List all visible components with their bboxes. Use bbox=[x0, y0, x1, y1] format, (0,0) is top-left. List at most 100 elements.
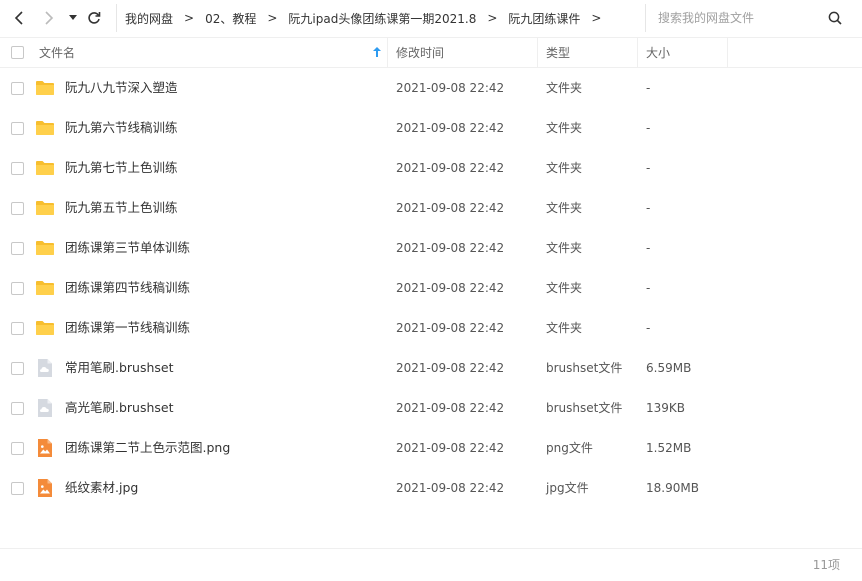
file-modified-time: 2021-09-08 22:42 bbox=[396, 81, 505, 95]
file-name[interactable]: 团练课第一节线稿训练 bbox=[65, 308, 190, 348]
file-row[interactable]: 阮九第七节上色训练 2021-09-08 22:42 文件夹 - bbox=[0, 148, 862, 188]
column-header-name[interactable]: 文件名 bbox=[39, 38, 385, 67]
forward-button[interactable] bbox=[36, 6, 60, 30]
caret-down-icon bbox=[69, 15, 77, 20]
row-checkbox[interactable] bbox=[11, 162, 24, 175]
file-name[interactable]: 阮九八九节深入塑造 bbox=[65, 68, 178, 108]
file-row[interactable]: 团练课第一节线稿训练 2021-09-08 22:42 文件夹 - bbox=[0, 308, 862, 348]
search-box bbox=[645, 4, 860, 32]
file-modified-time: 2021-09-08 22:42 bbox=[396, 201, 505, 215]
column-header-size[interactable]: 大小 bbox=[646, 38, 670, 67]
refresh-icon bbox=[88, 12, 101, 24]
file-modified-time: 2021-09-08 22:42 bbox=[396, 361, 505, 375]
file-name[interactable]: 团练课第四节线稿训练 bbox=[65, 268, 190, 308]
row-checkbox[interactable] bbox=[11, 322, 24, 335]
file-type: brushset文件 bbox=[546, 401, 623, 415]
file-row[interactable]: 阮九第五节上色训练 2021-09-08 22:42 文件夹 - bbox=[0, 188, 862, 228]
file-size: - bbox=[646, 81, 651, 95]
file-row[interactable]: 团练课第二节上色示范图.png 2021-09-08 22:42 png文件 1.52… bbox=[0, 428, 862, 468]
search-icon[interactable] bbox=[828, 11, 842, 25]
file-name[interactable]: 阮九第六节线稿训练 bbox=[65, 108, 178, 148]
column-divider[interactable] bbox=[637, 38, 638, 67]
column-header-type-label: 类型 bbox=[546, 46, 571, 60]
breadcrumb-item[interactable]: 阮九团练课件 bbox=[508, 10, 580, 27]
file-modified-time: 2021-09-08 22:42 bbox=[396, 241, 505, 255]
file-size: 1.52MB bbox=[646, 441, 692, 455]
back-button[interactable] bbox=[8, 6, 32, 30]
file-size: - bbox=[646, 281, 651, 295]
file-name[interactable]: 纸纹素材.jpg bbox=[65, 468, 138, 508]
breadcrumb-separator: > bbox=[184, 11, 195, 25]
row-checkbox[interactable] bbox=[11, 122, 24, 135]
file-name[interactable]: 阮九第七节上色训练 bbox=[65, 148, 178, 188]
file-name[interactable]: 常用笔刷.brushset bbox=[65, 348, 174, 388]
folder-icon bbox=[36, 81, 54, 95]
file-size: 139KB bbox=[646, 401, 686, 415]
file-name[interactable]: 团练课第二节上色示范图.png bbox=[65, 428, 230, 468]
row-checkbox[interactable] bbox=[11, 442, 24, 455]
file-name[interactable]: 阮九第五节上色训练 bbox=[65, 188, 178, 228]
row-checkbox[interactable] bbox=[11, 242, 24, 255]
arrow-up-icon bbox=[373, 47, 381, 57]
breadcrumb-item[interactable]: 02、教程 bbox=[205, 10, 256, 27]
refresh-button[interactable] bbox=[82, 6, 106, 30]
breadcrumb-item[interactable]: 我的网盘 bbox=[125, 10, 173, 27]
row-checkbox[interactable] bbox=[11, 202, 24, 215]
file-modified-time: 2021-09-08 22:42 bbox=[396, 401, 505, 415]
image-file-icon bbox=[38, 439, 52, 457]
row-checkbox[interactable] bbox=[11, 282, 24, 295]
file-size: 18.90MB bbox=[646, 481, 699, 495]
file-row[interactable]: 阮九第六节线稿训练 2021-09-08 22:42 文件夹 - bbox=[0, 108, 862, 148]
file-modified-time: 2021-09-08 22:42 bbox=[396, 121, 505, 135]
column-divider[interactable] bbox=[537, 38, 538, 67]
column-divider[interactable] bbox=[387, 38, 388, 67]
cloud-file-icon bbox=[38, 359, 52, 377]
column-divider[interactable] bbox=[727, 38, 728, 67]
row-checkbox[interactable] bbox=[11, 402, 24, 415]
file-row[interactable]: 纸纹素材.jpg 2021-09-08 22:42 jpg文件 18.90MB bbox=[0, 468, 862, 508]
file-size: - bbox=[646, 121, 651, 135]
column-header-modified[interactable]: 修改时间 bbox=[396, 38, 444, 67]
breadcrumb-separator: > bbox=[267, 11, 278, 25]
folder-icon bbox=[36, 201, 54, 215]
row-checkbox[interactable] bbox=[11, 82, 24, 95]
file-name[interactable]: 团练课第三节单体训练 bbox=[65, 228, 190, 268]
column-header-size-label: 大小 bbox=[646, 46, 671, 60]
file-name[interactable]: 高光笔刷.brushset bbox=[65, 388, 174, 428]
breadcrumb-separator: > bbox=[487, 11, 498, 25]
file-modified-time: 2021-09-08 22:42 bbox=[396, 161, 505, 175]
file-type: 文件夹 bbox=[546, 121, 583, 135]
breadcrumb-separator: > bbox=[591, 11, 602, 25]
search-input[interactable] bbox=[646, 11, 806, 25]
row-checkbox[interactable] bbox=[11, 362, 24, 375]
file-type: 文件夹 bbox=[546, 241, 583, 255]
file-list-header: 文件名 修改时间 类型 大小 bbox=[0, 37, 862, 68]
status-bar: 11项 bbox=[0, 548, 862, 581]
select-all-checkbox[interactable] bbox=[11, 46, 24, 59]
file-modified-time: 2021-09-08 22:42 bbox=[396, 481, 505, 495]
breadcrumb-item[interactable]: 阮九ipad头像团练课第一期2021.8 bbox=[288, 10, 476, 27]
chevron-left-icon bbox=[14, 11, 23, 25]
file-row[interactable]: 团练课第三节单体训练 2021-09-08 22:42 文件夹 - bbox=[0, 228, 862, 268]
file-size: - bbox=[646, 241, 651, 255]
file-type: 文件夹 bbox=[546, 81, 583, 95]
file-row[interactable]: 高光笔刷.brushset 2021-09-08 22:42 brushset文件 1… bbox=[0, 388, 862, 428]
file-size: - bbox=[646, 161, 651, 175]
file-modified-time: 2021-09-08 22:42 bbox=[396, 321, 505, 335]
folder-icon bbox=[36, 281, 54, 295]
file-row[interactable]: 阮九八九节深入塑造 2021-09-08 22:42 文件夹 - bbox=[0, 68, 862, 108]
column-header-type[interactable]: 类型 bbox=[546, 38, 570, 67]
item-count: 11项 bbox=[812, 558, 840, 572]
folder-icon bbox=[36, 161, 54, 175]
file-modified-time: 2021-09-08 22:42 bbox=[396, 441, 505, 455]
file-row[interactable]: 常用笔刷.brushset 2021-09-08 22:42 brushset文件 6… bbox=[0, 348, 862, 388]
file-size: - bbox=[646, 321, 651, 335]
image-file-icon bbox=[38, 479, 52, 497]
column-header-modified-label: 修改时间 bbox=[396, 46, 445, 60]
file-row[interactable]: 团练课第四节线稿训练 2021-09-08 22:42 文件夹 - bbox=[0, 268, 862, 308]
file-modified-time: 2021-09-08 22:42 bbox=[396, 281, 505, 295]
folder-icon bbox=[36, 121, 54, 135]
file-type: png文件 bbox=[546, 441, 593, 455]
file-type: 文件夹 bbox=[546, 281, 583, 295]
row-checkbox[interactable] bbox=[11, 482, 24, 495]
